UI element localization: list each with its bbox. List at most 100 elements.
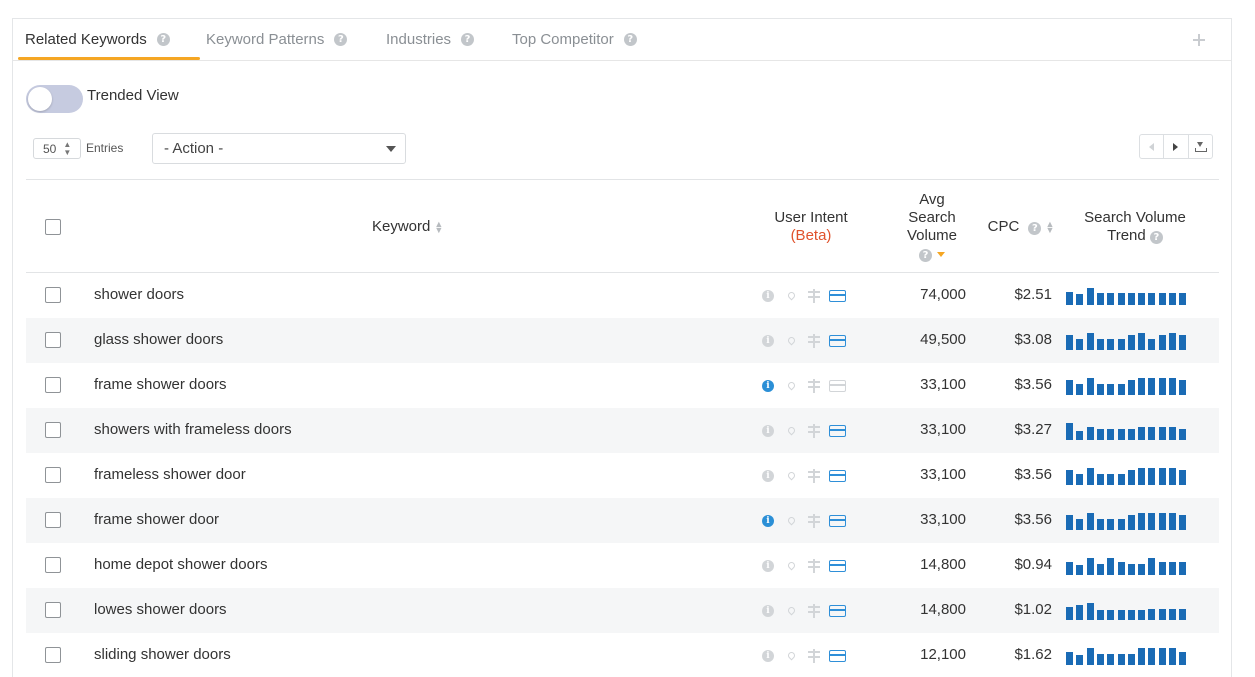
trend-bar (1066, 607, 1073, 620)
search-volume-cell: 14,800 (920, 556, 966, 573)
trend-bar (1169, 293, 1176, 305)
trend-bar (1179, 429, 1187, 440)
trend-bar (1127, 515, 1135, 530)
trend-bar (1117, 293, 1125, 305)
location-pin-icon (782, 424, 800, 438)
prev-page-button[interactable] (1140, 135, 1163, 158)
info-icon: i (759, 334, 777, 348)
credit-card-icon (828, 334, 846, 348)
search-volume-trend-sparkbar (1066, 648, 1190, 665)
add-tab-plus-icon[interactable] (1193, 34, 1205, 46)
column-keyword[interactable]: Keyword ▲ ▼ (372, 218, 443, 236)
trend-bar (1086, 558, 1094, 575)
keyword-cell[interactable]: frame shower doors (94, 376, 227, 393)
help-icon[interactable]: ? (1028, 222, 1042, 235)
trend-bar (1179, 335, 1187, 350)
entries-label: Entries (86, 141, 124, 155)
trend-bar (1127, 335, 1135, 350)
trend-bar (1127, 610, 1135, 620)
keyword-cell[interactable]: glass shower doors (94, 331, 223, 348)
keyword-cell[interactable]: home depot shower doors (94, 556, 267, 573)
row-checkbox[interactable] (45, 332, 61, 348)
row-checkbox[interactable] (45, 422, 61, 438)
keyword-cell[interactable]: frame shower door (94, 511, 219, 528)
column-cpc-label: CPC (987, 218, 1020, 235)
trend-bar (1086, 648, 1094, 665)
column-cpc[interactable]: CPC ? ▲ ▼ (976, 218, 1066, 236)
search-volume-cell: 12,100 (920, 646, 966, 663)
help-icon[interactable]: ? (156, 33, 170, 46)
table-body: shower doors i 74,000 $2.51 glass shower doo… (26, 273, 1219, 677)
table-row[interactable]: glass shower doors i 49,500 $3.08 (26, 318, 1219, 363)
row-checkbox[interactable] (45, 377, 61, 393)
action-dropdown[interactable]: - Action - (152, 133, 406, 164)
table-row[interactable]: showers with frameless doors i 33,100 $3.27 (26, 408, 1219, 453)
trend-bar (1096, 564, 1104, 575)
row-checkbox[interactable] (45, 647, 61, 663)
help-icon[interactable]: ? (919, 249, 932, 262)
trend-bar (1127, 470, 1135, 485)
keyword-cell[interactable]: lowes shower doors (94, 601, 227, 618)
user-intent-cell: i (759, 467, 851, 484)
user-intent-cell: i (759, 377, 851, 394)
trend-bar (1179, 562, 1187, 575)
next-page-button[interactable] (1163, 135, 1187, 158)
info-icon: i (759, 649, 777, 663)
row-checkbox[interactable] (45, 512, 61, 528)
trended-view-label: Trended View (87, 87, 179, 104)
trend-bar (1169, 562, 1176, 575)
row-checkbox[interactable] (45, 287, 61, 303)
row-checkbox[interactable] (45, 602, 61, 618)
tab-related-keywords[interactable]: Related Keywords ? (25, 31, 170, 48)
table-row[interactable]: frameless shower door i 33,100 $3.56 (26, 453, 1219, 498)
table-row[interactable]: home depot shower doors i 14,800 $0.94 (26, 543, 1219, 588)
table-row[interactable]: lowes shower doors i 14,800 $1.02 (26, 588, 1219, 633)
help-icon[interactable]: ? (1149, 231, 1163, 244)
column-search-volume-trend: Search Volume Trend ? (1070, 209, 1200, 245)
cpc-cell: $3.08 (1014, 331, 1052, 348)
row-checkbox[interactable] (45, 467, 61, 483)
trend-bar (1066, 380, 1073, 395)
trend-bar (1148, 293, 1156, 305)
table-row[interactable]: frame shower doors i 33,100 $3.56 (26, 363, 1219, 408)
help-icon[interactable]: ? (623, 33, 637, 46)
entries-stepper[interactable]: 50 ▲ ▼ (33, 138, 81, 159)
tab-industries[interactable]: Industries ? (386, 31, 475, 48)
trend-bar (1117, 562, 1125, 575)
signpost-icon (805, 513, 823, 528)
keyword-cell[interactable]: shower doors (94, 286, 184, 303)
location-pin-icon (782, 604, 800, 618)
help-icon[interactable]: ? (461, 33, 475, 46)
trend-bar (1107, 558, 1115, 575)
trended-view-toggle[interactable] (26, 85, 83, 113)
tab-keyword-patterns[interactable]: Keyword Patterns ? (206, 31, 348, 48)
help-icon[interactable]: ? (334, 33, 348, 46)
trend-bar (1086, 427, 1094, 440)
cpc-cell: $1.02 (1014, 601, 1052, 618)
trend-bar (1138, 293, 1146, 305)
chevron-right-icon (1173, 142, 1179, 151)
table-row[interactable]: sliding shower doors i 12,100 $1.62 (26, 633, 1219, 677)
tab-top-competitor[interactable]: Top Competitor ? (512, 31, 637, 48)
export-button[interactable] (1187, 135, 1212, 158)
trend-bar (1148, 558, 1156, 575)
row-checkbox[interactable] (45, 557, 61, 573)
keywords-table: Keyword ▲ ▼ User Intent (Beta) Avg Search … (26, 179, 1219, 677)
trend-bar (1076, 519, 1084, 530)
table-row[interactable]: shower doors i 74,000 $2.51 (26, 273, 1219, 318)
keyword-cell[interactable]: sliding shower doors (94, 646, 231, 663)
trend-bar (1107, 610, 1115, 620)
user-intent-cell: i (759, 332, 851, 349)
trend-bar (1096, 384, 1104, 395)
keyword-cell[interactable]: showers with frameless doors (94, 421, 292, 438)
location-pin-icon (782, 649, 800, 663)
trend-bar (1076, 384, 1084, 395)
column-avg-search-volume[interactable]: Avg Search Volume ? (892, 191, 972, 263)
select-all-checkbox[interactable] (45, 219, 61, 235)
keyword-cell[interactable]: frameless shower door (94, 466, 246, 483)
trend-bar (1117, 339, 1125, 350)
cpc-cell: $3.56 (1014, 376, 1052, 393)
trend-bar (1169, 513, 1176, 530)
search-volume-trend-sparkbar (1066, 468, 1190, 485)
table-row[interactable]: frame shower door i 33,100 $3.56 (26, 498, 1219, 543)
